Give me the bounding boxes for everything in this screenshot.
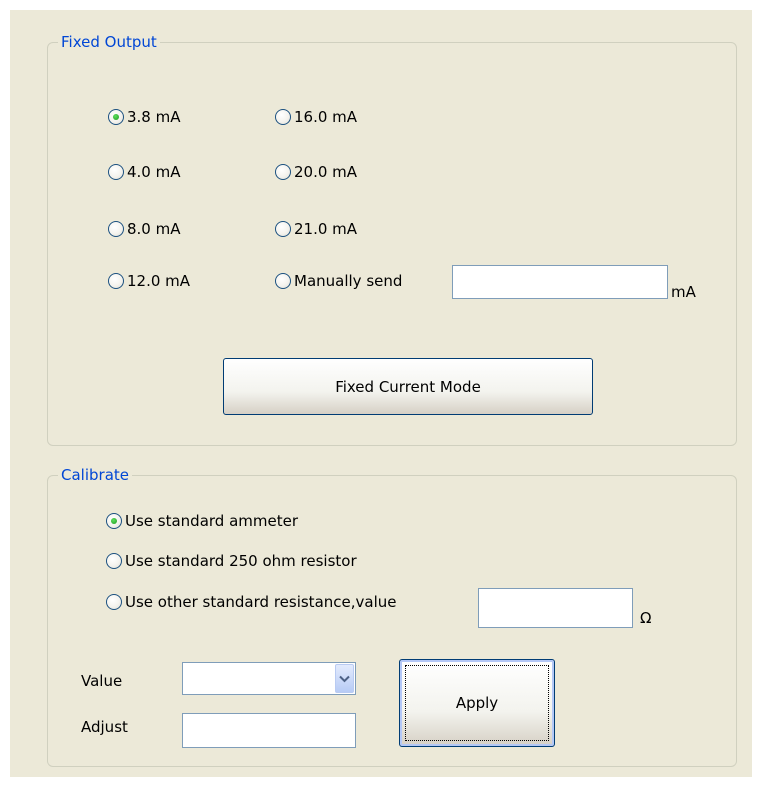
radio-standard-ammeter[interactable]: Use standard ammeter [106,510,298,532]
radio-label: 4.0 mA [127,163,181,181]
adjust-input[interactable] [182,713,356,748]
radio-manually-send[interactable]: Manually send [275,270,402,292]
radio-indicator [275,164,291,180]
fixed-output-group: Fixed Output 3.8 mA 16.0 mA 4.0 mA 20.0 … [47,32,737,446]
calibrate-group: Calibrate Use standard ammeter Use stand… [47,465,737,767]
radio-indicator [108,221,124,237]
radio-label: 16.0 mA [294,108,358,126]
radio-label: 8.0 mA [127,220,181,238]
radio-indicator [108,164,124,180]
radio-other-resistance[interactable]: Use other standard resistance,value [106,591,396,613]
radio-label: Use standard 250 ohm resistor [125,552,357,570]
radio-label: Use other standard resistance,value [125,593,397,611]
radio-indicator [108,109,124,125]
radio-label: 20.0 mA [294,163,358,181]
dialog-panel: Fixed Output 3.8 mA 16.0 mA 4.0 mA 20.0 … [10,10,752,777]
fixed-output-title: Fixed Output [58,32,160,52]
radio-indicator [106,553,122,569]
radio-8-0ma[interactable]: 8.0 mA [108,218,181,240]
radio-indicator [275,273,291,289]
radio-indicator [275,221,291,237]
radio-indicator [275,109,291,125]
radio-label: Use standard ammeter [125,512,299,530]
radio-label: 21.0 mA [294,220,358,238]
radio-indicator [106,594,122,610]
fixed-current-mode-button[interactable]: Fixed Current Mode [223,358,593,415]
manual-unit-label: mA [671,283,696,301]
chevron-down-icon[interactable] [335,664,354,693]
value-combobox[interactable] [182,662,356,695]
radio-20-0ma[interactable]: 20.0 mA [275,161,357,183]
adjust-label: Adjust [81,718,128,736]
calibrate-title: Calibrate [58,465,132,485]
radio-label: Manually send [294,272,403,290]
value-label: Value [81,672,123,690]
radio-12-0ma[interactable]: 12.0 mA [108,270,190,292]
manual-current-input[interactable] [452,265,668,299]
resistance-value-input[interactable] [478,588,633,628]
radio-4-0ma[interactable]: 4.0 mA [108,161,181,183]
radio-indicator [106,513,122,529]
radio-16-0ma[interactable]: 16.0 mA [275,106,357,128]
radio-indicator [108,273,124,289]
radio-21-0ma[interactable]: 21.0 mA [275,218,357,240]
ohm-unit-label: Ω [640,609,652,627]
radio-250-ohm-resistor[interactable]: Use standard 250 ohm resistor [106,550,357,572]
radio-3-8ma[interactable]: 3.8 mA [108,106,181,128]
fixed-current-mode-label: Fixed Current Mode [335,377,481,396]
apply-button[interactable]: Apply [399,659,555,747]
radio-label: 3.8 mA [127,108,181,126]
radio-label: 12.0 mA [127,272,191,290]
